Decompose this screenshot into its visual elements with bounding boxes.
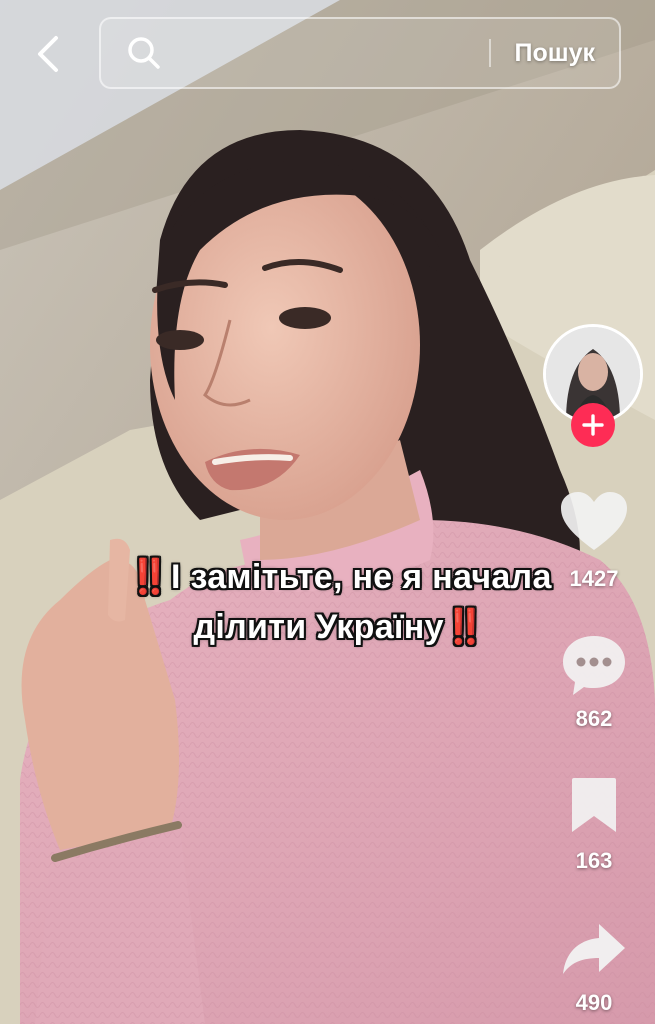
bookmark-icon: [572, 778, 616, 832]
search-icon: [125, 33, 163, 73]
comment-count: 862: [575, 706, 613, 731]
like-button[interactable]: [555, 490, 633, 554]
caption-line-2: ділити Україну‼️: [40, 602, 640, 652]
comment-icon: [563, 636, 625, 695]
share-count: 490: [575, 990, 613, 1015]
comment-button[interactable]: [555, 632, 633, 698]
share-icon: [563, 924, 625, 974]
chevron-left-icon: [38, 36, 58, 72]
heart-icon: [561, 492, 627, 550]
follow-button[interactable]: [571, 403, 615, 447]
video-screen[interactable]: Пошук ‼️І замітьте, не я начала ділити У…: [0, 0, 655, 1024]
save-count: 163: [575, 848, 613, 873]
double-exclamation-icon: ‼️: [443, 608, 487, 646]
search-submit-button[interactable]: Пошук: [491, 39, 620, 68]
like-count: 1427: [569, 566, 619, 591]
back-button[interactable]: [26, 30, 70, 78]
save-button[interactable]: [555, 776, 633, 836]
plus-icon: [582, 414, 604, 436]
search-bar[interactable]: Пошук: [99, 17, 621, 89]
caption-text-1: І замітьте, не я начала: [170, 558, 552, 596]
search-input[interactable]: [162, 18, 489, 88]
share-button[interactable]: [555, 920, 633, 978]
caption-text-2: ділити Україну: [193, 608, 444, 646]
double-exclamation-icon: ‼️: [128, 558, 171, 596]
